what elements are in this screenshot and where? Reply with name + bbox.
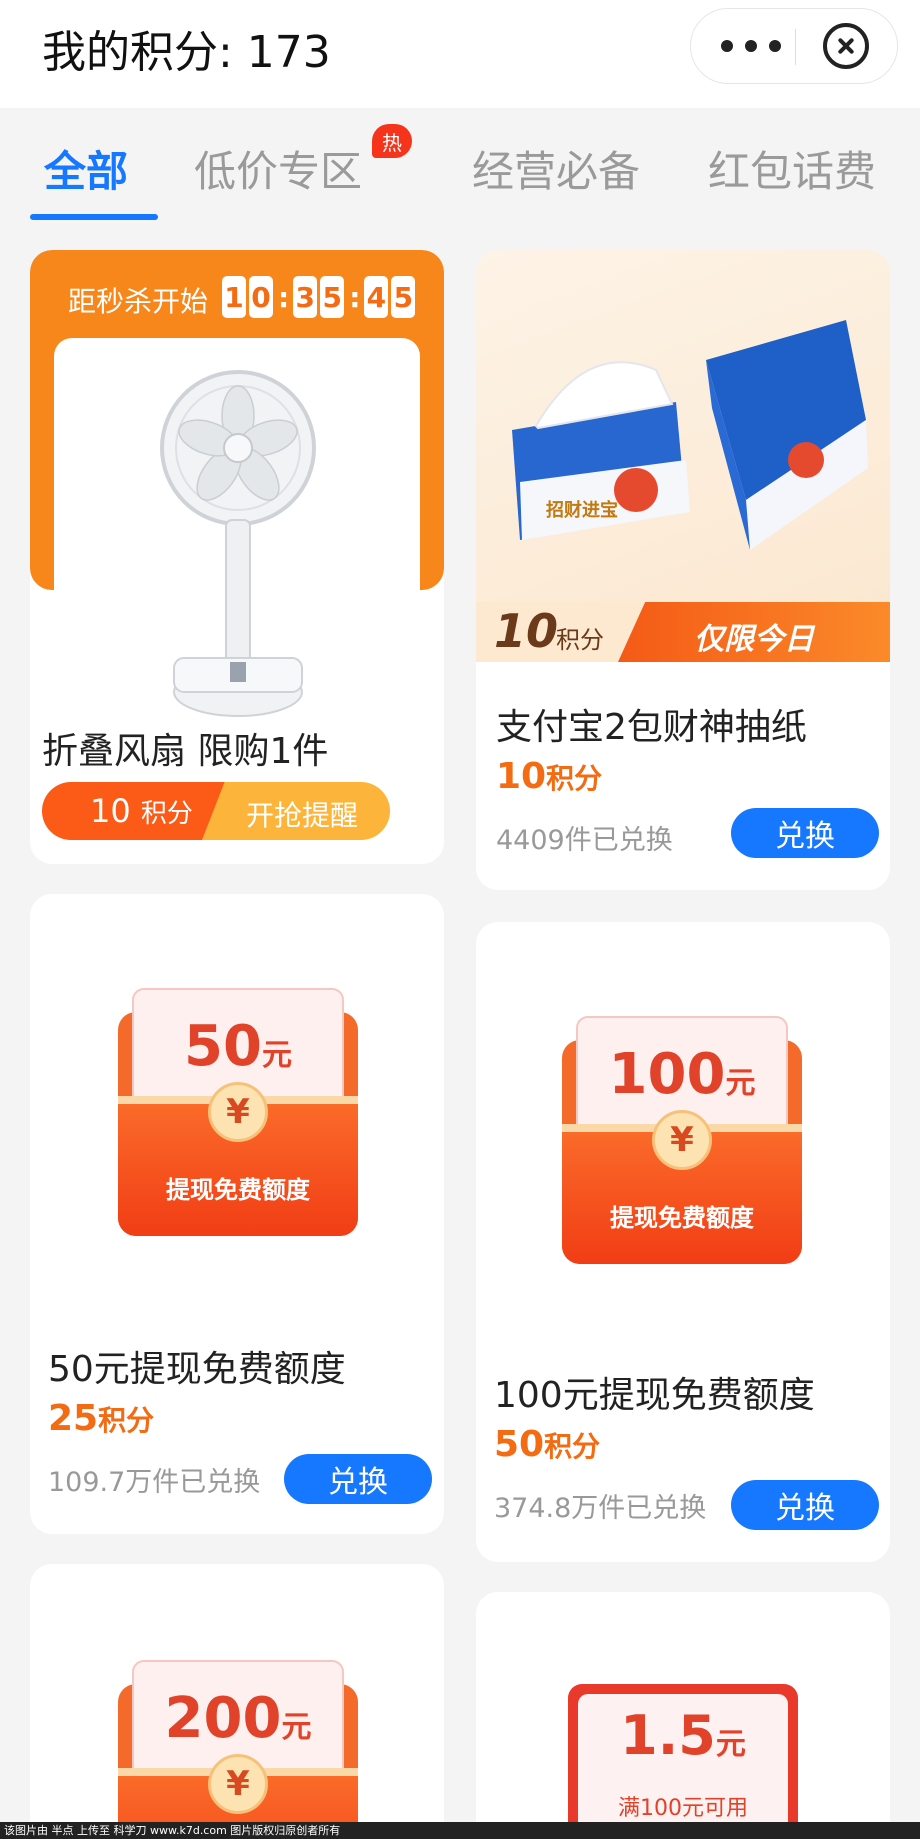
product-card-50yuan[interactable]: 50元 ¥ 提现免费额度 50元提现免费额度 25积分 109.7万件已兑换 兑… [30, 894, 444, 1534]
product-card-tissue[interactable]: 招财进宝 10 积分 仅限今日 支付宝2包财神抽纸 10积分 4409件已兑换 … [476, 250, 890, 890]
product-name: 支付宝2包财神抽纸 [496, 707, 807, 748]
category-tabs: 全部 低价专区 热 经营必备 红包话费 [0, 108, 920, 228]
envelope-amount: 50元 [118, 1014, 358, 1079]
amount-unit: 元 [261, 1038, 292, 1073]
coupon-image: 1.5元 满100元可用 [568, 1684, 798, 1839]
points-number: 10 [496, 756, 547, 797]
redeem-button[interactable]: 兑换 [731, 1480, 879, 1530]
amount-unit: 元 [281, 1710, 312, 1745]
points-unit: 积分 [544, 1430, 601, 1463]
countdown-digit: 1 [222, 276, 246, 318]
amount-unit: 元 [725, 1066, 756, 1101]
redeem-button[interactable]: 兑换 [284, 1454, 432, 1504]
product-name: 50元提现免费额度 [48, 1349, 346, 1390]
countdown-colon: : [349, 280, 361, 314]
red-envelope-image: 100元 ¥ 提现免费额度 [562, 1016, 802, 1264]
product-image: 招财进宝 [476, 250, 890, 662]
today-only-tag: 仅限今日 [694, 622, 814, 657]
amount-number: 1.5 [620, 1704, 716, 1767]
pill-points: 10 积分 [90, 792, 193, 830]
countdown-digit: 4 [364, 276, 389, 318]
tissue-image: 招财进宝 [512, 320, 868, 550]
coupon-condition: 满100元可用 [618, 1796, 748, 1821]
yen-coin-icon: ¥ [208, 1754, 268, 1814]
product-name: 100元提现免费额度 [494, 1375, 815, 1416]
svg-text:招财进宝: 招财进宝 [546, 499, 618, 521]
red-envelope-image: 50元 ¥ 提现免费额度 [118, 988, 358, 1236]
mini-program-capsule [690, 8, 898, 84]
countdown-digit: 3 [293, 276, 318, 318]
yen-coin-icon: ¥ [208, 1082, 268, 1142]
strip-points-number: 10 [494, 604, 559, 658]
header: 我的积分: 173 [0, 0, 920, 108]
countdown-digit: 5 [391, 276, 416, 318]
product-points: 25积分 [48, 1398, 154, 1439]
tab-low-price[interactable]: 低价专区 [194, 138, 362, 199]
product-points: 50积分 [494, 1424, 600, 1465]
product-card-fan[interactable]: 距秒杀开始 1 0 : 3 5 : 4 5 折叠风扇 限购1件 10 积分 开抢… [30, 250, 444, 864]
product-card-100yuan[interactable]: 100元 ¥ 提现免费额度 100元提现免费额度 50积分 374.8万件已兑换… [476, 922, 890, 1562]
envelope-caption: 提现免费额度 [610, 1204, 754, 1232]
points-unit: 积分 [140, 799, 193, 829]
remind-button[interactable]: 开抢提醒 [246, 794, 358, 834]
amount-unit: 元 [715, 1727, 746, 1762]
amount-number: 200 [164, 1686, 282, 1751]
points-number: 10 [90, 792, 131, 830]
redeemed-count: 109.7万件已兑换 [48, 1467, 261, 1498]
flash-sale-pill[interactable]: 10 积分 开抢提醒 [42, 782, 390, 840]
tab-red-packet[interactable]: 红包话费 [708, 138, 876, 199]
more-dots-icon[interactable] [721, 31, 781, 61]
redeem-button[interactable]: 兑换 [731, 808, 879, 858]
envelope-amount: 200元 [118, 1686, 358, 1751]
fan-image [160, 370, 316, 717]
product-name: 折叠风扇 限购1件 [42, 731, 329, 772]
countdown-digit: 0 [249, 276, 273, 318]
points-strip: 10 积分 仅限今日 [476, 602, 890, 662]
envelope-caption: 提现免费额度 [166, 1176, 310, 1204]
countdown-colon: : [278, 280, 290, 314]
amount-number: 50 [184, 1014, 262, 1079]
close-circle-icon[interactable] [823, 23, 869, 69]
countdown-digit: 5 [320, 276, 345, 318]
countdown-timer: 1 0 : 3 5 : 4 5 [222, 276, 418, 318]
flash-sale-label: 距秒杀开始 [68, 285, 209, 318]
points-unit: 积分 [546, 762, 603, 795]
watermark-footer: 该图片由 半点 上传至 科学刀 www.k7d.com 图片版权归原创者所有 [0, 1822, 920, 1839]
strip-points-unit: 积分 [556, 626, 604, 654]
tab-all[interactable]: 全部 [44, 138, 128, 199]
product-card-coupon[interactable]: 1.5元 满100元可用 [476, 1592, 890, 1839]
hot-badge: 热 [372, 124, 412, 158]
points-unit: 积分 [98, 1404, 155, 1437]
envelope-amount: 100元 [562, 1042, 802, 1107]
tab-business[interactable]: 经营必备 [472, 138, 640, 199]
coupon-amount: 1.5元 [568, 1704, 798, 1767]
red-envelope-image: 200元 ¥ [118, 1660, 358, 1839]
page-title: 我的积分: 173 [42, 27, 331, 78]
capsule-divider [795, 29, 796, 65]
redeemed-count: 374.8万件已兑换 [494, 1493, 707, 1524]
product-points: 10积分 [496, 756, 602, 797]
points-number: 50 [494, 1424, 545, 1465]
tab-active-indicator [30, 214, 158, 220]
amount-number: 100 [608, 1042, 726, 1107]
product-card-200yuan[interactable]: 200元 ¥ [30, 1564, 444, 1839]
yen-coin-icon: ¥ [652, 1110, 712, 1170]
redeemed-count: 4409件已兑换 [496, 825, 673, 856]
product-image-frame [54, 338, 420, 738]
points-number: 25 [48, 1398, 99, 1439]
